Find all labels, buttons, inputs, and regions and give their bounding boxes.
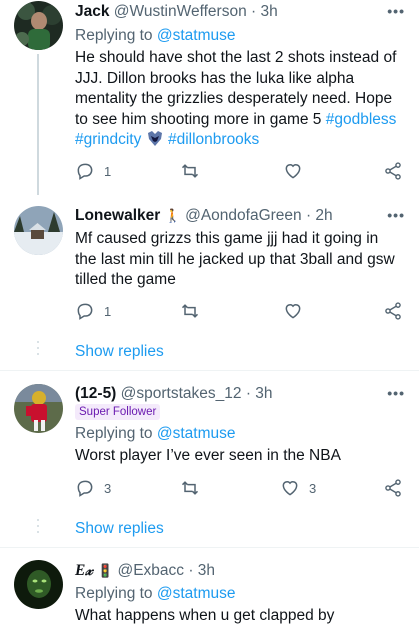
- handle[interactable]: @WustinWefferson: [114, 3, 247, 20]
- like-icon: [285, 304, 301, 319]
- handle[interactable]: @Exbacc: [117, 562, 184, 579]
- like-icon: [285, 164, 301, 179]
- grizzlies-logo-icon: [146, 130, 164, 154]
- retweet-icon: [181, 164, 199, 178]
- replying-handle[interactable]: @statmuse: [157, 425, 236, 442]
- tweet-header: (12-5) @sportstakes_12 · 3h: [75, 384, 379, 404]
- hashtag-grindcity[interactable]: #grindcity: [75, 131, 141, 148]
- name-emoji: 🚦: [96, 563, 114, 578]
- tweet-actions: 1: [75, 301, 403, 325]
- like-button[interactable]: 3: [280, 478, 316, 498]
- like-button[interactable]: [283, 301, 312, 321]
- display-name[interactable]: Jack: [75, 3, 109, 20]
- reply-count: 1: [104, 163, 112, 179]
- more-icon[interactable]: •••: [387, 207, 405, 223]
- timestamp[interactable]: · 2h: [306, 207, 333, 224]
- avatar[interactable]: [14, 206, 63, 255]
- tweet-actions: 3 3: [75, 478, 403, 502]
- like-button[interactable]: [283, 161, 312, 181]
- replying-label: Replying to: [75, 425, 153, 442]
- share-icon: [385, 162, 401, 180]
- display-name[interactable]: E𝓍: [75, 562, 93, 579]
- more-icon[interactable]: •••: [387, 3, 405, 19]
- replying-label: Replying to: [75, 585, 153, 602]
- replying-handle[interactable]: @statmuse: [157, 27, 236, 44]
- tweet-text: What happens when u get clapped by: [75, 607, 335, 624]
- tweet-sportstakes[interactable]: (12-5) @sportstakes_12 · 3h ••• Super Fo…: [0, 371, 419, 547]
- reply-count: 1: [104, 303, 112, 319]
- tweet-header: E𝓍 🚦 @Exbacc · 3h: [75, 561, 379, 581]
- tweet-text: He should have shot the last 2 shots ins…: [75, 48, 403, 154]
- timestamp[interactable]: · 3h: [246, 385, 273, 402]
- display-name[interactable]: Lonewalker: [75, 207, 160, 224]
- replying-to: Replying to @statmuse: [75, 424, 235, 444]
- retweet-icon: [181, 481, 199, 495]
- tweet-actions: 1: [75, 161, 403, 185]
- handle[interactable]: @sportstakes_12: [121, 385, 242, 402]
- share-icon: [385, 479, 401, 497]
- replying-label: Replying to: [75, 27, 153, 44]
- timestamp[interactable]: · 3h: [188, 562, 215, 579]
- tweet-header: Lonewalker 🚶 @AondofaGreen · 2h: [75, 206, 379, 226]
- reply-icon: [77, 163, 93, 180]
- show-replies-link[interactable]: Show replies: [75, 343, 164, 361]
- thread-line: [37, 54, 39, 195]
- share-button[interactable]: [383, 161, 403, 181]
- tweet-exbacc[interactable]: E𝓍 🚦 @Exbacc · 3h Replying to @statmuse …: [0, 548, 419, 628]
- name-emoji: 🚶: [164, 208, 181, 223]
- share-button[interactable]: [383, 301, 403, 321]
- tweet-jack[interactable]: Jack @WustinWefferson · 3h ••• Replying …: [0, 0, 419, 195]
- tweet-lonewalker[interactable]: Lonewalker 🚶 @AondofaGreen · 2h ••• Mf c…: [0, 195, 419, 370]
- replying-to: Replying to @statmuse: [75, 584, 235, 604]
- retweet-button[interactable]: [180, 478, 209, 498]
- avatar[interactable]: [14, 560, 63, 609]
- thread-dots: [37, 519, 39, 537]
- handle[interactable]: @AondofaGreen: [185, 207, 302, 224]
- reply-button[interactable]: 1: [75, 161, 111, 181]
- more-icon[interactable]: •••: [387, 385, 405, 401]
- thread-dots: [37, 341, 39, 359]
- hashtag-dillonbrooks[interactable]: #dillonbrooks: [168, 131, 259, 148]
- tweet-text: Mf caused grizzs this game jjj had it go…: [75, 230, 395, 288]
- retweet-icon: [181, 304, 199, 318]
- retweet-button[interactable]: [180, 301, 209, 321]
- hashtag-godbless[interactable]: #godbless: [326, 111, 397, 128]
- display-name[interactable]: (12-5): [75, 385, 116, 402]
- retweet-button[interactable]: [180, 161, 209, 181]
- reply-button[interactable]: 1: [75, 301, 111, 321]
- replying-handle[interactable]: @statmuse: [157, 585, 236, 602]
- like-count: 3: [309, 480, 317, 496]
- reply-icon: [77, 303, 93, 320]
- reply-count: 3: [104, 480, 112, 496]
- super-follower-badge[interactable]: Super Follower: [75, 404, 161, 420]
- avatar[interactable]: [14, 384, 63, 433]
- replying-to: Replying to @statmuse: [75, 26, 235, 46]
- avatar[interactable]: [14, 1, 63, 50]
- like-icon: [282, 481, 298, 496]
- share-button[interactable]: [383, 478, 403, 498]
- reply-button[interactable]: 3: [75, 478, 111, 498]
- tweet-text: Worst player I’ve ever seen in the NBA: [75, 447, 341, 464]
- tweet-header: Jack @WustinWefferson · 3h: [75, 2, 379, 22]
- share-icon: [385, 302, 401, 320]
- reply-icon: [77, 480, 93, 497]
- show-replies-link[interactable]: Show replies: [75, 520, 164, 538]
- timestamp[interactable]: · 3h: [251, 3, 278, 20]
